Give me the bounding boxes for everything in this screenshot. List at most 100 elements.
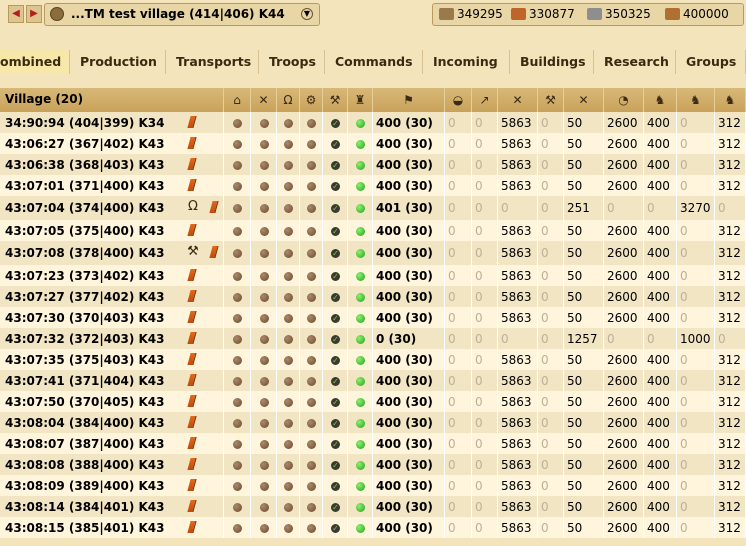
village-link[interactable]: 43:07:23 (373|402) K43: [5, 269, 165, 283]
column-header[interactable]: ⌂: [224, 88, 251, 112]
unit-count: 0: [541, 415, 549, 430]
column-header[interactable]: ⚑: [373, 88, 445, 112]
unit-cell: 50: [564, 517, 604, 538]
village-link[interactable]: 43:07:04 (374|400) K43: [5, 201, 165, 215]
tab-incoming[interactable]: Incoming: [423, 50, 510, 74]
rename-pencil-icon[interactable]: [187, 394, 197, 407]
column-header[interactable]: ♞: [677, 88, 715, 112]
village-link[interactable]: 43:08:07 (387|400) K43: [5, 437, 165, 451]
rename-pencil-icon[interactable]: [187, 136, 197, 149]
village-link[interactable]: 43:07:27 (377|402) K43: [5, 290, 165, 304]
column-header[interactable]: ↗: [472, 88, 498, 112]
tab-transports[interactable]: Transports: [166, 50, 259, 74]
column-header[interactable]: ⚒: [323, 88, 348, 112]
rename-pencil-icon[interactable]: [187, 331, 197, 344]
tab-troops[interactable]: Troops: [259, 50, 325, 74]
village-link[interactable]: 43:07:50 (370|405) K43: [5, 395, 165, 409]
unit-count: 2600: [607, 157, 638, 172]
tab-research[interactable]: Research: [594, 50, 676, 74]
rename-pencil-icon[interactable]: [187, 478, 197, 491]
village-link[interactable]: 43:08:15 (385|401) K43: [5, 521, 165, 535]
unit-count: 5863: [501, 310, 532, 325]
village-link[interactable]: 43:07:05 (375|400) K43: [5, 224, 165, 238]
village-link[interactable]: 43:07:35 (375|403) K43: [5, 353, 165, 367]
current-village-selector[interactable]: ...TM test village (414|406) K44 ▼: [44, 3, 320, 26]
status-dot: [284, 226, 293, 236]
rename-pencil-icon[interactable]: [187, 157, 197, 170]
column-header[interactable]: ◒: [445, 88, 472, 112]
unit-cell: 5863: [498, 370, 538, 391]
rename-pencil-icon[interactable]: [187, 223, 197, 236]
column-header[interactable]: ♞: [644, 88, 677, 112]
column-header[interactable]: ⚙: [300, 88, 323, 112]
storage-resource: 400000: [665, 7, 729, 23]
column-header[interactable]: ✕: [498, 88, 538, 112]
village-link[interactable]: 43:07:30 (370|403) K43: [5, 311, 165, 325]
unit-cell: 400: [644, 370, 677, 391]
unit-count: 0: [475, 136, 483, 151]
tab-groups[interactable]: Groups: [676, 50, 746, 74]
status-dot: [233, 313, 242, 323]
village-link[interactable]: 43:07:32 (372|403) K43: [5, 332, 165, 346]
village-link[interactable]: 43:08:08 (388|400) K43: [5, 458, 165, 472]
unit-count: 0: [541, 457, 549, 472]
column-header[interactable]: ◔: [604, 88, 644, 112]
status-cell: [251, 349, 277, 370]
village-link[interactable]: 43:06:38 (368|403) K43: [5, 158, 165, 172]
rename-pencil-icon[interactable]: [187, 178, 197, 191]
unit-count: 0: [475, 478, 483, 493]
unit-cell: 400: [644, 412, 677, 433]
village-link[interactable]: 43:08:09 (389|400) K43: [5, 479, 165, 493]
village-link[interactable]: 43:07:01 (371|400) K43: [5, 179, 165, 193]
workshop-header-icon: ⚙: [305, 93, 317, 107]
rename-pencil-icon[interactable]: [209, 201, 219, 213]
unit-count: 0: [448, 246, 456, 260]
green-dot-icon: [356, 481, 365, 491]
village-link[interactable]: 43:07:08 (378|400) K43: [5, 246, 165, 260]
unit-count: 0: [475, 394, 483, 409]
village-link[interactable]: 43:08:04 (384|400) K43: [5, 416, 165, 430]
village-link[interactable]: 43:06:27 (367|402) K43: [5, 137, 165, 151]
column-header[interactable]: ♜: [348, 88, 373, 112]
village-link[interactable]: 43:08:14 (384|401) K43: [5, 500, 165, 514]
rename-pencil-icon[interactable]: [187, 373, 197, 386]
unit-cell: 0: [538, 496, 564, 517]
village-column-header[interactable]: Village (20): [0, 88, 224, 112]
status-dot: [233, 204, 242, 213]
village-link[interactable]: 43:07:41 (371|404) K43: [5, 374, 165, 388]
column-header[interactable]: ♞: [715, 88, 746, 112]
tab-production[interactable]: Production: [70, 50, 166, 74]
unit-cell: 0: [677, 265, 715, 286]
rename-pencil-icon[interactable]: [187, 289, 197, 302]
column-header[interactable]: ⚒: [538, 88, 564, 112]
status-dot: [307, 181, 316, 191]
rename-pencil-icon[interactable]: [187, 457, 197, 470]
rename-pencil-icon[interactable]: [209, 246, 219, 258]
column-header[interactable]: ✕: [564, 88, 604, 112]
table-row: 43:08:08 (388|400) K43 ✓ 400 (30) 0 0 5863 0 50…: [0, 454, 746, 475]
rename-pencil-icon[interactable]: [187, 415, 197, 428]
tab-commands[interactable]: Commands: [325, 50, 423, 74]
rename-pencil-icon[interactable]: [187, 499, 197, 512]
unit-cell: 312: [715, 370, 746, 391]
unit-cell: 5863: [498, 391, 538, 412]
status-cell: [348, 496, 373, 517]
rename-pencil-icon[interactable]: [187, 436, 197, 449]
previous-village-button[interactable]: ◀: [8, 5, 24, 23]
current-village-name[interactable]: ...TM test village (414|406) K44: [71, 7, 285, 21]
chevron-down-icon[interactable]: ▼: [301, 8, 313, 20]
rename-pencil-icon[interactable]: [187, 352, 197, 365]
next-village-button[interactable]: ▶: [26, 5, 42, 23]
tab-ombined[interactable]: ombined: [0, 50, 70, 74]
village-link[interactable]: 34:90:94 (404|399) K34: [5, 116, 165, 130]
column-header[interactable]: Ω: [277, 88, 300, 112]
tab-buildings[interactable]: Buildings: [510, 50, 594, 74]
rename-pencil-icon[interactable]: [187, 115, 197, 128]
status-dot: [259, 118, 269, 128]
rename-pencil-icon[interactable]: [187, 310, 197, 323]
rename-pencil-icon[interactable]: [187, 520, 197, 533]
unit-cell: 0: [677, 496, 715, 517]
rename-pencil-icon[interactable]: [187, 268, 197, 281]
unit-cell: 0: [472, 220, 498, 241]
column-header[interactable]: ✕: [251, 88, 277, 112]
